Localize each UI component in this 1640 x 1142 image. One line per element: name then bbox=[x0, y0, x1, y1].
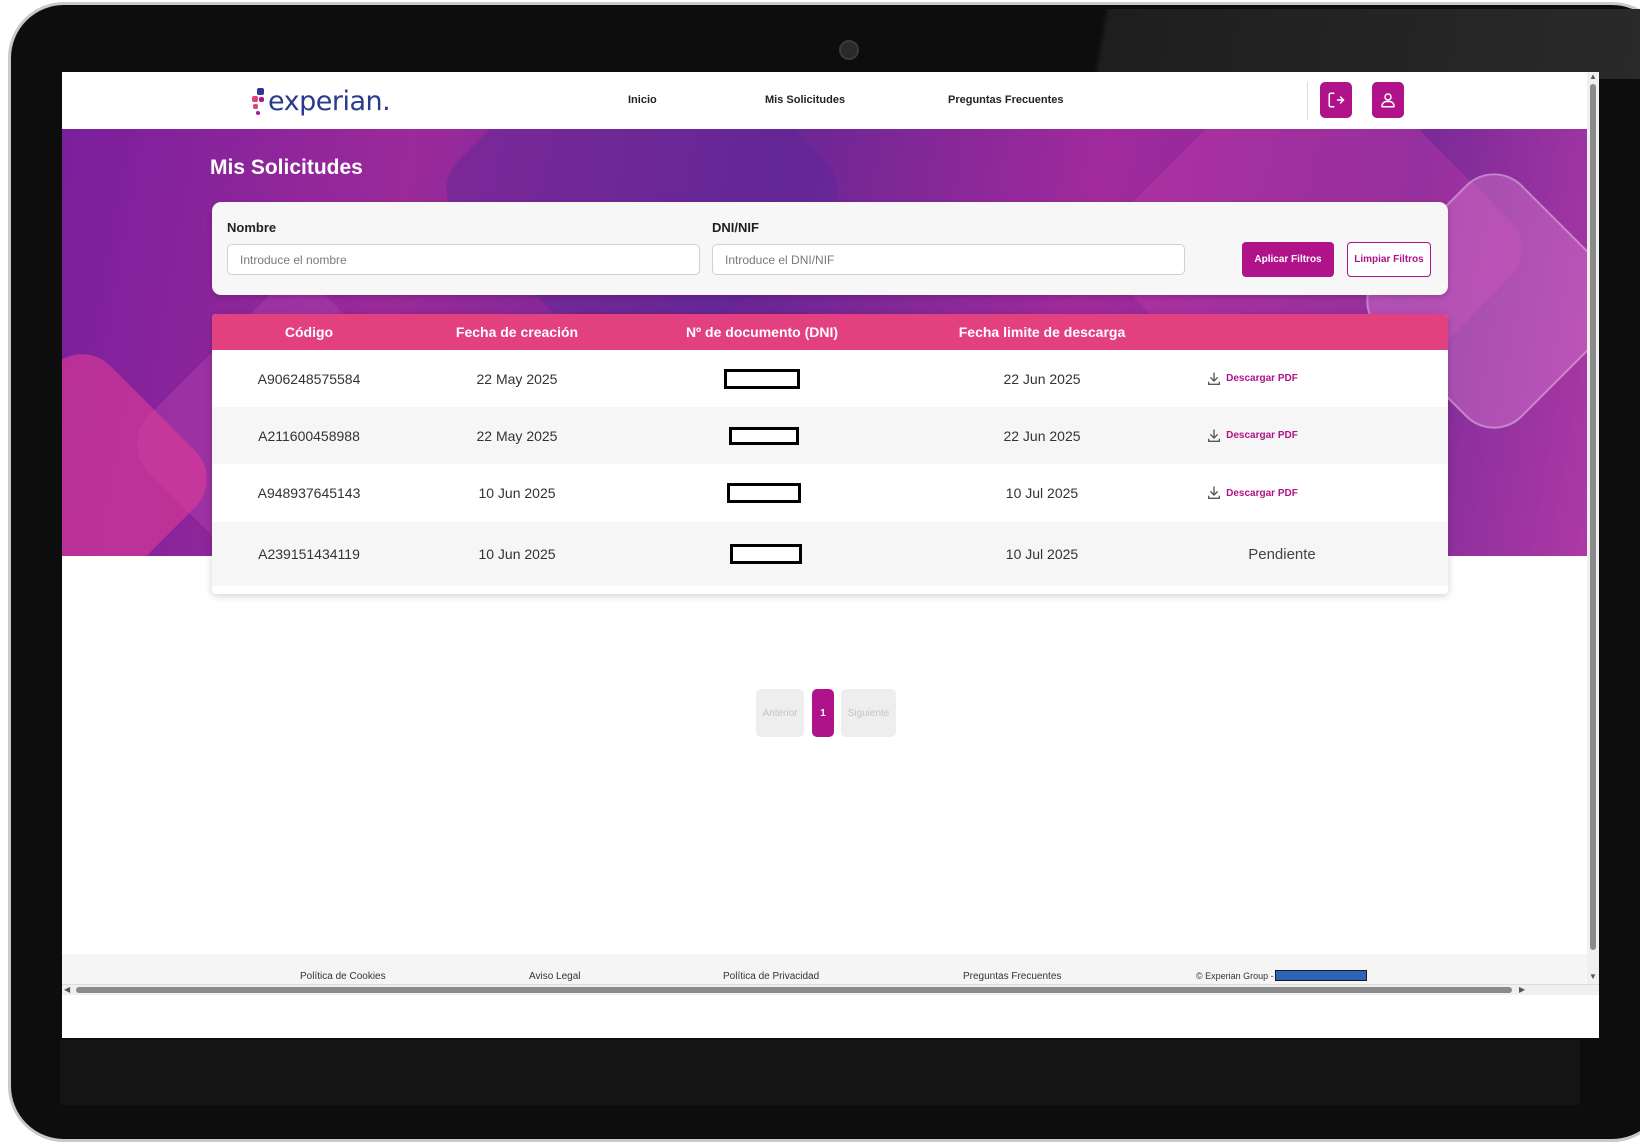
table-row: A239151434119 10 Jun 2025 10 Jul 2025 Pe… bbox=[212, 522, 1448, 586]
experian-logo[interactable]: experian. bbox=[252, 82, 391, 120]
redacted-dni bbox=[724, 368, 800, 389]
cell-action: Descargar PDF bbox=[1202, 407, 1302, 464]
footer-link-aviso-legal[interactable]: Aviso Legal bbox=[529, 971, 581, 982]
table-header: Código Fecha de creación Nº de documento… bbox=[212, 314, 1448, 350]
footer-copyright: © Experian Group - bbox=[1196, 970, 1367, 981]
scroll-up-arrow-icon[interactable]: ▲ bbox=[1589, 72, 1597, 82]
download-pdf-link[interactable]: Descargar PDF bbox=[1206, 428, 1298, 444]
nav-preguntas-frecuentes[interactable]: Preguntas Frecuentes bbox=[948, 94, 1064, 106]
cell-fecha-creacion: 22 May 2025 bbox=[476, 427, 558, 444]
horizontal-scroll-thumb[interactable] bbox=[76, 987, 1512, 993]
cell-fecha-limite: 10 Jul 2025 bbox=[1005, 485, 1079, 501]
download-icon bbox=[1208, 486, 1221, 499]
cell-action: Descargar PDF bbox=[1202, 464, 1302, 522]
user-profile-button[interactable] bbox=[1372, 82, 1404, 118]
cell-fecha-creacion: 10 Jun 2025 bbox=[478, 485, 556, 501]
column-header-codigo: Código bbox=[284, 324, 334, 340]
site-header: experian. Inicio Mis Solicitudes Pregunt… bbox=[62, 72, 1599, 130]
cell-fecha-limite: 22 Jun 2025 bbox=[1003, 427, 1081, 444]
logout-button[interactable] bbox=[1320, 82, 1352, 118]
requests-table: Código Fecha de creación Nº de documento… bbox=[212, 314, 1448, 594]
cell-codigo: A906248575584 bbox=[257, 370, 361, 387]
pagination: Anterior 1 Siguiente bbox=[756, 689, 896, 737]
site-footer: Política de Cookies Aviso Legal Política… bbox=[62, 954, 1599, 984]
cell-codigo: A239151434119 bbox=[258, 546, 360, 562]
apply-filters-button[interactable]: Aplicar Filtros bbox=[1242, 242, 1334, 277]
redacted-year bbox=[1274, 970, 1367, 981]
nav-inicio[interactable]: Inicio bbox=[628, 94, 657, 106]
header-divider bbox=[1307, 82, 1308, 120]
cell-action: Pendiente bbox=[1222, 522, 1342, 586]
dni-filter-label: DNI/NIF bbox=[712, 220, 759, 235]
footer-link-faq[interactable]: Preguntas Frecuentes bbox=[963, 971, 1061, 982]
table-row: A211600458988 22 May 2025 22 Jun 2025 De… bbox=[212, 407, 1448, 465]
lid-reflection bbox=[1041, 9, 1640, 79]
horizontal-scrollbar[interactable]: ◀ ▶ bbox=[62, 984, 1599, 995]
download-pdf-label: Descargar PDF bbox=[1226, 487, 1298, 499]
table-row: A906248575584 22 May 2025 22 Jun 2025 De… bbox=[212, 350, 1448, 408]
clear-filters-button[interactable]: Limpiar Filtros bbox=[1347, 242, 1431, 277]
download-icon bbox=[1208, 371, 1221, 385]
page-title: Mis Solicitudes bbox=[210, 156, 363, 179]
status-pendiente: Pendiente bbox=[1248, 545, 1316, 563]
download-pdf-link[interactable]: Descargar PDF bbox=[1206, 485, 1298, 501]
prev-page-button[interactable]: Anterior bbox=[756, 689, 804, 737]
cell-documento bbox=[724, 464, 804, 522]
download-pdf-link[interactable]: Descargar PDF bbox=[1206, 371, 1298, 387]
scroll-down-arrow-icon[interactable]: ▼ bbox=[1589, 972, 1597, 982]
cell-codigo: A211600458988 bbox=[258, 427, 360, 444]
cell-fecha-creacion: 10 Jun 2025 bbox=[478, 546, 556, 562]
name-filter-label: Nombre bbox=[227, 220, 277, 235]
logo-text: experian. bbox=[268, 85, 391, 117]
vertical-scrollbar[interactable]: ▲ ▼ bbox=[1587, 72, 1599, 984]
column-header-fecha-limite: Fecha limite de descarga bbox=[958, 324, 1126, 340]
copyright-text: © Experian Group - bbox=[1196, 971, 1274, 981]
laptop-bottom-bezel bbox=[60, 1040, 1580, 1105]
logout-icon bbox=[1328, 92, 1345, 108]
footer-link-cookies[interactable]: Política de Cookies bbox=[300, 971, 386, 982]
table-row: A948937645143 10 Jun 2025 10 Jul 2025 De… bbox=[212, 464, 1448, 523]
cell-fecha-creacion: 22 May 2025 bbox=[476, 370, 558, 387]
redacted-dni bbox=[727, 483, 801, 503]
browser-viewport: experian. Inicio Mis Solicitudes Pregunt… bbox=[62, 72, 1599, 1038]
redacted-dni bbox=[730, 544, 802, 564]
logo-dots-icon bbox=[252, 84, 266, 118]
filter-panel: Nombre DNI/NIF Aplicar Filtros Limpiar F… bbox=[212, 202, 1448, 295]
cell-documento bbox=[724, 407, 804, 464]
nav-mis-solicitudes[interactable]: Mis Solicitudes bbox=[765, 94, 845, 106]
cell-action: Descargar PDF bbox=[1202, 350, 1302, 407]
cell-codigo: A948937645143 bbox=[257, 485, 361, 501]
column-header-fecha-creacion: Fecha de creación bbox=[455, 324, 579, 340]
cell-documento bbox=[726, 522, 806, 586]
webcam bbox=[839, 40, 859, 60]
user-icon bbox=[1381, 93, 1395, 108]
cell-fecha-limite: 22 Jun 2025 bbox=[1003, 370, 1081, 387]
scroll-left-arrow-icon[interactable]: ◀ bbox=[64, 985, 70, 995]
download-pdf-label: Descargar PDF bbox=[1226, 430, 1298, 441]
vertical-scroll-thumb[interactable] bbox=[1590, 84, 1596, 950]
scroll-right-arrow-icon[interactable]: ▶ bbox=[1519, 985, 1525, 995]
name-filter-input[interactable] bbox=[227, 244, 700, 275]
cell-fecha-limite: 10 Jul 2025 bbox=[1005, 546, 1079, 562]
download-icon bbox=[1208, 428, 1221, 442]
page-1-button[interactable]: 1 bbox=[812, 689, 834, 737]
cell-documento bbox=[722, 350, 802, 407]
footer-link-privacidad[interactable]: Política de Privacidad bbox=[723, 971, 819, 982]
next-page-button[interactable]: Siguiente bbox=[841, 689, 896, 737]
dni-filter-input[interactable] bbox=[712, 244, 1185, 275]
column-header-documento: Nº de documento (DNI) bbox=[685, 324, 839, 340]
download-pdf-label: Descargar PDF bbox=[1226, 373, 1298, 384]
redacted-dni bbox=[729, 426, 799, 445]
